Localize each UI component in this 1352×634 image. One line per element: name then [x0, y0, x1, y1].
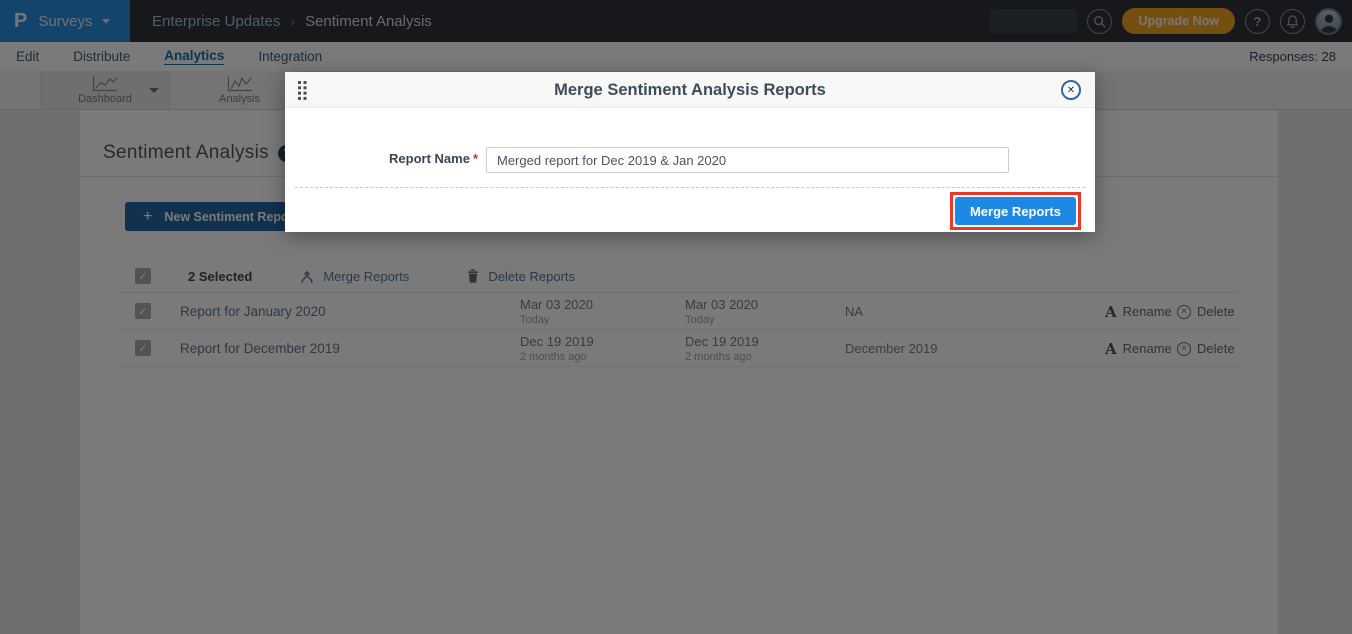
annotation-highlight-box: Merge Reports: [950, 192, 1081, 230]
merge-reports-submit-button[interactable]: Merge Reports: [955, 197, 1076, 225]
modal-title: Merge Sentiment Analysis Reports: [285, 72, 1095, 108]
modal-header: Merge Sentiment Analysis Reports: [285, 72, 1095, 108]
report-name-input[interactable]: [486, 147, 1009, 173]
modal-body: Report Name* Merge Reports: [285, 108, 1095, 232]
merge-reports-modal: Merge Sentiment Analysis Reports Report …: [285, 72, 1095, 232]
required-marker: *: [473, 151, 478, 166]
close-icon[interactable]: [1061, 80, 1081, 100]
divider: [295, 187, 1085, 188]
drag-handle-icon[interactable]: [298, 81, 307, 105]
report-name-label: Report Name*: [285, 151, 478, 166]
